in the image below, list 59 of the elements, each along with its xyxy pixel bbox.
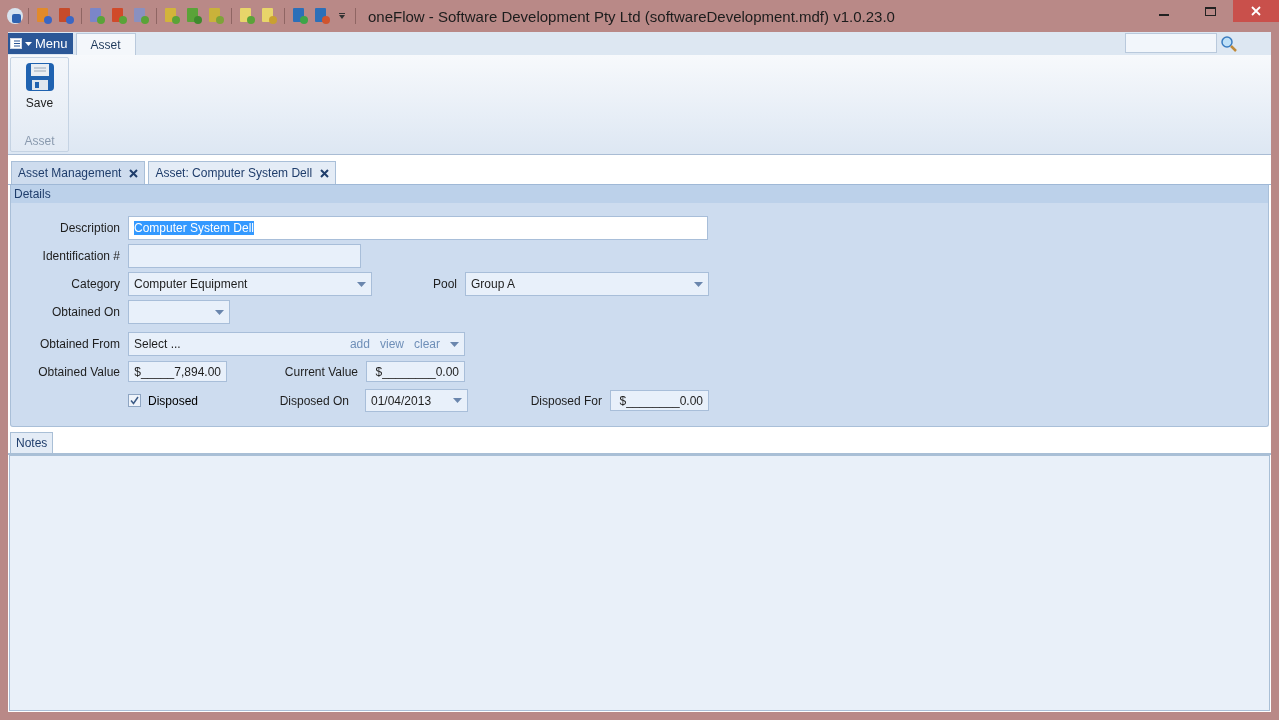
quick-access-icon[interactable] — [132, 7, 150, 25]
text-field[interactable] — [128, 244, 361, 268]
dropdown-field[interactable]: Group A — [465, 272, 709, 296]
document-tab[interactable]: Asset Management — [11, 161, 146, 184]
minimize-icon — [1159, 14, 1169, 16]
quick-access-icon[interactable] — [313, 7, 331, 25]
date-picker[interactable] — [128, 300, 230, 324]
checkbox-label: Disposed — [148, 393, 199, 408]
field-label: Category — [70, 277, 120, 291]
close-icon[interactable] — [129, 168, 139, 178]
lookup-field[interactable]: Select ... add view clear — [128, 332, 465, 356]
dropdown-arrow-icon[interactable] — [357, 281, 366, 287]
caret-icon — [25, 41, 32, 46]
currency-field[interactable]: $________0.00 — [610, 390, 709, 411]
quick-access-icon[interactable] — [35, 7, 53, 25]
search-field[interactable] — [1125, 33, 1217, 53]
date-picker[interactable]: 01/04/2013 — [365, 389, 468, 412]
quick-access-icon[interactable] — [291, 7, 309, 25]
dropdown-arrow-icon[interactable] — [694, 281, 703, 287]
quick-access-icon[interactable] — [238, 7, 256, 25]
quick-access-icon[interactable] — [260, 7, 278, 25]
customize-arrow-icon[interactable] — [338, 12, 346, 20]
field-label: Identification # — [41, 249, 120, 263]
window-title: oneFlow - Software Development Pty Ltd (softwareDevelopment.mdf) v1.0.23.0 — [368, 7, 896, 25]
ribbon-tab[interactable]: Asset — [75, 33, 136, 55]
notes-tab[interactable]: Notes — [10, 432, 54, 453]
checkbox[interactable] — [128, 394, 141, 407]
search-icon[interactable] — [1221, 36, 1237, 52]
field-label: Obtained From — [38, 337, 120, 351]
close-icon[interactable] — [320, 168, 330, 178]
currency-field[interactable]: $_____7,894.00 — [128, 361, 227, 382]
list-icon — [10, 38, 22, 49]
quick-access-icon[interactable] — [88, 7, 106, 25]
panel-header: Details — [11, 185, 1268, 203]
quick-access-icon[interactable] — [185, 7, 203, 25]
dropdown-field[interactable]: Computer Equipment — [128, 272, 372, 296]
close-button[interactable] — [1233, 0, 1279, 22]
quick-access-icon[interactable] — [163, 7, 181, 25]
field-label: Obtained On — [50, 305, 120, 319]
quick-access-icon[interactable] — [207, 7, 225, 25]
dropdown-arrow-icon[interactable] — [450, 341, 459, 347]
field-label: Pool — [431, 277, 457, 291]
quick-access-icon[interactable] — [110, 7, 128, 25]
document-tab[interactable]: Asset: Computer System Dell — [148, 161, 337, 184]
group-label: Asset — [24, 133, 55, 150]
quick-access-icon[interactable] — [57, 7, 75, 25]
field-label: Disposed For — [529, 393, 602, 408]
app-logo-icon[interactable] — [6, 7, 24, 25]
menu-button[interactable]: Menu — [8, 33, 73, 54]
save-button[interactable]: Save — [22, 58, 57, 132]
maximize-icon — [1204, 6, 1216, 16]
field-label: Current Value — [283, 364, 358, 379]
dropdown-arrow-icon[interactable] — [453, 398, 462, 403]
field-label: Disposed On — [278, 393, 349, 408]
currency-field[interactable]: $________0.00 — [366, 361, 465, 382]
close-icon — [1251, 6, 1261, 16]
field-label: Obtained Value — [37, 364, 120, 379]
dropdown-arrow-icon[interactable] — [215, 309, 224, 315]
field-label: Description — [58, 221, 120, 235]
